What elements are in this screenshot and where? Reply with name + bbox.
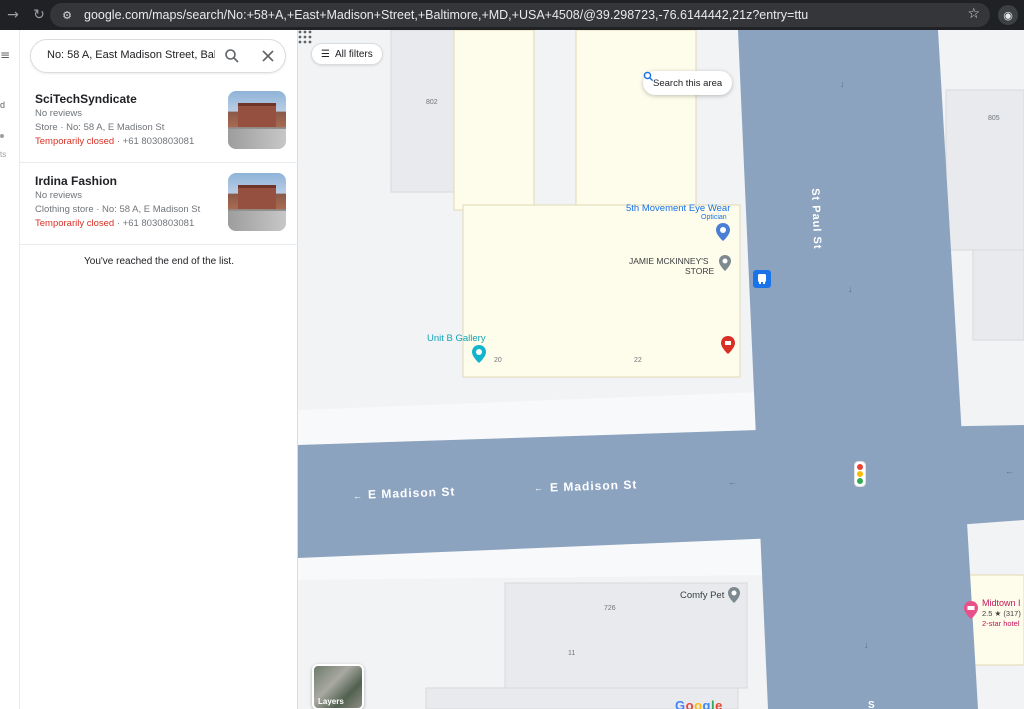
hotel-rating: 2.5 ★ (317): [982, 609, 1021, 618]
building-number: 20: [494, 357, 502, 364]
result-title[interactable]: SciTechSyndicate: [35, 92, 137, 106]
place-label-jamie-2[interactable]: STORE: [685, 266, 714, 276]
result-status-line: Temporarily closed · +61 8030803081: [35, 218, 194, 229]
url-text[interactable]: google.com/maps/search/No:+58+A,+East+Ma…: [84, 8, 808, 22]
building-number: 805: [988, 115, 1000, 122]
closed-status: Temporarily closed: [35, 136, 115, 147]
svg-text:←: ←: [728, 477, 737, 487]
extension-icon[interactable]: ◉: [998, 5, 1018, 25]
traffic-light-icon[interactable]: [854, 461, 866, 487]
end-of-list-message: You've reached the end of the list.: [84, 256, 234, 267]
search-icon: [643, 71, 654, 82]
search-this-area-label: Search this area: [653, 77, 723, 89]
layers-label: Layers: [318, 697, 344, 706]
result-item-irdina-fashion[interactable]: Irdina Fashion No reviews Clothing store…: [20, 163, 298, 245]
google-logo: Google: [675, 698, 723, 709]
building-number: 11: [568, 650, 576, 657]
site-settings-icon[interactable]: ⚙: [58, 6, 76, 24]
left-rail: ≡ d ts: [0, 30, 20, 709]
google-apps-icon[interactable]: [298, 30, 312, 44]
search-icon[interactable]: [224, 48, 240, 64]
hotel-pin-icon[interactable]: [964, 601, 978, 619]
filter-icon: ☰: [321, 48, 330, 60]
result-photo[interactable]: [228, 173, 286, 231]
store-pin-icon[interactable]: [719, 255, 731, 271]
address-bar[interactable]: ⚙ google.com/maps/search/No:+58+A,+East+…: [50, 3, 990, 27]
arrow-label: ←: [353, 491, 362, 501]
place-type-label: Optician: [701, 214, 727, 221]
closed-status: Temporarily closed: [35, 218, 115, 229]
street-label: S: [868, 700, 875, 709]
result-title[interactable]: Irdina Fashion: [35, 174, 117, 188]
menu-icon[interactable]: ≡: [0, 48, 10, 62]
bookmark-star-icon[interactable]: ☆: [967, 6, 980, 22]
search-input[interactable]: No: 58 A, East Madison Street, Baltimore: [30, 39, 286, 73]
rail-dot-icon: [0, 134, 4, 138]
layers-button[interactable]: Layers: [312, 664, 364, 709]
result-reviews: No reviews: [35, 108, 82, 119]
result-phone: · +61 8030803081: [114, 136, 195, 147]
gallery-pin-icon[interactable]: [472, 345, 486, 363]
street-label: St Paul St: [809, 188, 824, 250]
place-label-jamie[interactable]: JAMIE MCKINNEY'S: [629, 256, 709, 266]
rail-label[interactable]: d: [0, 100, 5, 110]
map-geometry: ↓ ↓ ↓ ← ←: [298, 30, 1024, 709]
building-number: 22: [634, 357, 642, 364]
search-this-area-button[interactable]: Search this area: [643, 71, 733, 95]
result-status-line: Temporarily closed · +61 8030803081: [35, 136, 194, 147]
rail-label[interactable]: ts: [0, 150, 6, 159]
all-filters-label: All filters: [334, 48, 373, 60]
svg-text:↓: ↓: [848, 284, 853, 294]
result-category: Store · No: 58 A, E Madison St: [35, 122, 165, 133]
place-label-unit-b[interactable]: Unit B Gallery: [427, 333, 486, 344]
reload-icon[interactable]: ↻: [26, 0, 52, 30]
place-label-eyewear[interactable]: 5th Movement Eye Wear: [626, 203, 730, 214]
place-label-midtown[interactable]: Midtown I: [982, 598, 1021, 608]
result-photo[interactable]: [228, 91, 286, 149]
building-number: 802: [426, 99, 438, 106]
optician-pin-icon[interactable]: [716, 223, 730, 241]
all-filters-button[interactable]: ☰ All filters: [311, 43, 383, 65]
place-label-comfy-pet[interactable]: Comfy Pet: [680, 590, 724, 601]
close-icon[interactable]: [260, 48, 276, 64]
forward-icon[interactable]: →: [0, 0, 26, 30]
result-reviews: No reviews: [35, 190, 82, 201]
map-canvas[interactable]: ↓ ↓ ↓ ← ← St Paul St E Madison St E Madi…: [298, 30, 1024, 709]
browser-toolbar: → ↻ ⚙ google.com/maps/search/No:+58+A,+E…: [0, 0, 1024, 30]
svg-text:←: ←: [1005, 466, 1014, 476]
arrow-label: ←: [534, 483, 543, 493]
svg-text:↓: ↓: [864, 640, 869, 650]
pet-store-pin-icon[interactable]: [728, 587, 740, 603]
building-number: 726: [604, 605, 616, 612]
hotel-class: 2-star hotel: [982, 619, 1020, 628]
result-phone: · +61 8030803081: [114, 218, 195, 229]
result-category: Clothing store · No: 58 A, E Madison St: [35, 204, 201, 215]
svg-text:↓: ↓: [840, 79, 845, 89]
result-item-scitechsyndicate[interactable]: SciTechSyndicate No reviews Store · No: …: [20, 81, 298, 163]
bus-stop-icon[interactable]: [753, 270, 771, 288]
search-query[interactable]: No: 58 A, East Madison Street, Baltimore: [47, 49, 215, 61]
results-panel: No: 58 A, East Madison Street, Baltimore…: [20, 30, 298, 709]
shopping-pin-icon[interactable]: [721, 336, 735, 354]
